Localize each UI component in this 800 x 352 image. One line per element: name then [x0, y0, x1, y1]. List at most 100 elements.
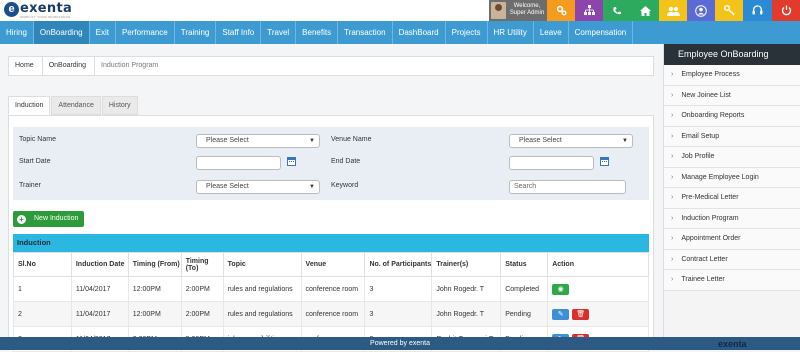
breadcrumb-current: Induction Program	[101, 62, 159, 69]
nav-performance[interactable]: Performance	[116, 21, 175, 44]
home-icon[interactable]	[631, 0, 659, 21]
brand-name: exenta	[20, 1, 73, 16]
sidebar-item-manage-employee-login[interactable]: › Manage Employee Login	[664, 167, 800, 188]
nav-benefits[interactable]: Benefits	[296, 21, 339, 44]
sidebar-item-contract-letter[interactable]: › Contract Letter	[664, 249, 800, 270]
sidebar-item-trainee-letter[interactable]: › Trainee Letter	[664, 270, 800, 291]
logo-mark-icon: e	[4, 2, 19, 17]
settings-icon[interactable]	[547, 0, 575, 21]
profile-icon[interactable]	[687, 0, 715, 21]
new-induction-label: New Induction	[34, 215, 79, 222]
table-title: Induction	[13, 234, 649, 252]
sidebar-item-label: Trainee Letter	[681, 276, 725, 283]
cell-from: 12:00PM	[127, 301, 182, 327]
col-induction-date: Induction Date	[70, 252, 129, 277]
sidebar-item-label: Employee Process	[681, 71, 740, 78]
calendar-icon[interactable]	[287, 157, 296, 166]
breadcrumb-onboarding[interactable]: OnBoarding	[43, 57, 96, 75]
cell-venue: conference room	[300, 276, 366, 302]
col-trainers: Trainer(s)	[431, 252, 502, 277]
filter-form: Topic Name Please Select ▼ Venue Name Ple…	[13, 127, 649, 200]
chevron-right-icon: ›	[671, 153, 674, 160]
view-eye-icon[interactable]: ◉	[552, 283, 570, 295]
cell-date: 11/04/2017	[70, 301, 129, 327]
main-nav: Hiring OnBoarding Exit Performance Train…	[0, 21, 800, 44]
col-action: Action	[547, 252, 649, 277]
sidebar-item-label: Manage Employee Login	[681, 173, 759, 181]
nav-travel[interactable]: Travel	[261, 21, 297, 44]
sidebar-item-onboarding-reports[interactable]: › Onboarding Reports	[664, 106, 800, 127]
key-icon[interactable]	[715, 0, 743, 21]
nav-staff-info[interactable]: Staff Info	[216, 21, 262, 44]
col-participants: No. of Participants	[364, 252, 433, 277]
nav-leave[interactable]: Leave	[534, 21, 569, 44]
chevron-down-icon: ▼	[309, 138, 315, 144]
cell-participants: 3	[364, 276, 433, 302]
cell-trainer: John Rogedr. T	[431, 301, 502, 327]
nav-filler	[633, 21, 800, 44]
edit-pencil-icon[interactable]: ✎	[552, 308, 570, 320]
support-icon[interactable]	[743, 0, 772, 21]
venue-label: Venue Name	[331, 136, 372, 143]
delete-trash-icon[interactable]: 🗑	[572, 308, 590, 320]
nav-hr-utility[interactable]: HR Utility	[488, 21, 534, 44]
table-row: 2 11/04/2017 12:00PM 2:00PM rules and re…	[13, 301, 649, 327]
sidebar-item-appointment-order[interactable]: › Appointment Order	[664, 229, 800, 250]
sidebar-item-new-joinee-list[interactable]: › New Joinee List	[664, 85, 800, 106]
phone-icon[interactable]	[603, 0, 631, 21]
chevron-right-icon: ›	[671, 194, 674, 201]
tab-bar: Induction Attendance History	[8, 96, 139, 115]
chevron-right-icon: ›	[671, 91, 674, 99]
tab-attendance[interactable]: Attendance	[51, 96, 101, 115]
users-icon[interactable]	[659, 0, 687, 21]
breadcrumb-home[interactable]: Home	[9, 57, 43, 75]
tab-history[interactable]: History	[101, 96, 138, 115]
end-date-label: End Date	[331, 158, 361, 165]
sidebar-item-label: Appointment Order	[681, 235, 741, 242]
sidebar-item-pre-medical-letter[interactable]: › Pre-Medical Letter	[664, 188, 800, 209]
sidebar-item-job-profile[interactable]: › Job Profile	[664, 147, 800, 168]
org-chart-icon[interactable]	[575, 0, 603, 21]
nav-compensation[interactable]: Compensation	[569, 21, 634, 44]
nav-transaction[interactable]: Transaction	[338, 21, 393, 44]
plus-circle-icon: +	[17, 214, 26, 224]
sidebar-item-employee-process[interactable]: › Employee Process	[664, 65, 800, 86]
trainer-select-value: Please Select	[206, 183, 249, 190]
power-icon[interactable]	[772, 0, 800, 21]
brand-logo[interactable]: e exenta SIMPLIFY YOUR WORKFORCE	[4, 2, 72, 19]
table-row: 1 11/04/2017 12:00PM 2:00PM rules and re…	[13, 276, 649, 302]
sidebar: Employee OnBoarding › Employee Process › N…	[663, 44, 800, 350]
cell-trainer: John Rogedr. T	[431, 276, 502, 302]
nav-dashboard[interactable]: DashBoard	[393, 21, 446, 44]
cell-status: Completed	[500, 276, 549, 302]
new-induction-button[interactable]: + New Induction	[13, 211, 85, 227]
nav-training[interactable]: Training	[175, 21, 217, 44]
tab-induction[interactable]: Induction	[8, 96, 51, 115]
chevron-right-icon: ›	[671, 132, 674, 140]
start-date-input[interactable]	[196, 156, 281, 170]
nav-projects[interactable]: Projects	[446, 21, 488, 44]
keyword-search-input[interactable]: Search	[509, 180, 626, 194]
end-date-input[interactable]	[509, 156, 594, 170]
breadcrumb: Home OnBoarding Induction Program	[8, 56, 654, 76]
topic-select[interactable]: Please Select ▼	[196, 134, 320, 148]
chevron-right-icon: ›	[671, 112, 674, 119]
trainer-label: Trainer	[19, 182, 41, 189]
chevron-right-icon: ›	[671, 276, 674, 283]
chevron-right-icon: ›	[671, 235, 674, 242]
trainer-select[interactable]: Please Select ▼	[196, 180, 320, 194]
venue-select-value: Please Select	[519, 137, 562, 144]
nav-hiring[interactable]: Hiring	[0, 21, 34, 44]
chevron-right-icon: ›	[671, 255, 674, 263]
user-menu[interactable]: Welcome, Super Admin	[489, 0, 547, 21]
venue-select[interactable]: Please Select ▼	[509, 134, 633, 148]
topic-select-value: Please Select	[206, 137, 249, 144]
sidebar-item-induction-program[interactable]: › Induction Program	[664, 208, 800, 229]
nav-onboarding[interactable]: OnBoarding	[33, 21, 90, 44]
avatar	[491, 2, 506, 19]
brand-tagline: SIMPLIFY YOUR WORKFORCE	[20, 15, 71, 19]
keyword-label: Keyword	[331, 182, 359, 189]
calendar-icon[interactable]	[600, 157, 609, 166]
nav-exit[interactable]: Exit	[90, 21, 116, 44]
sidebar-item-email-setup[interactable]: › Email Setup	[664, 126, 800, 147]
